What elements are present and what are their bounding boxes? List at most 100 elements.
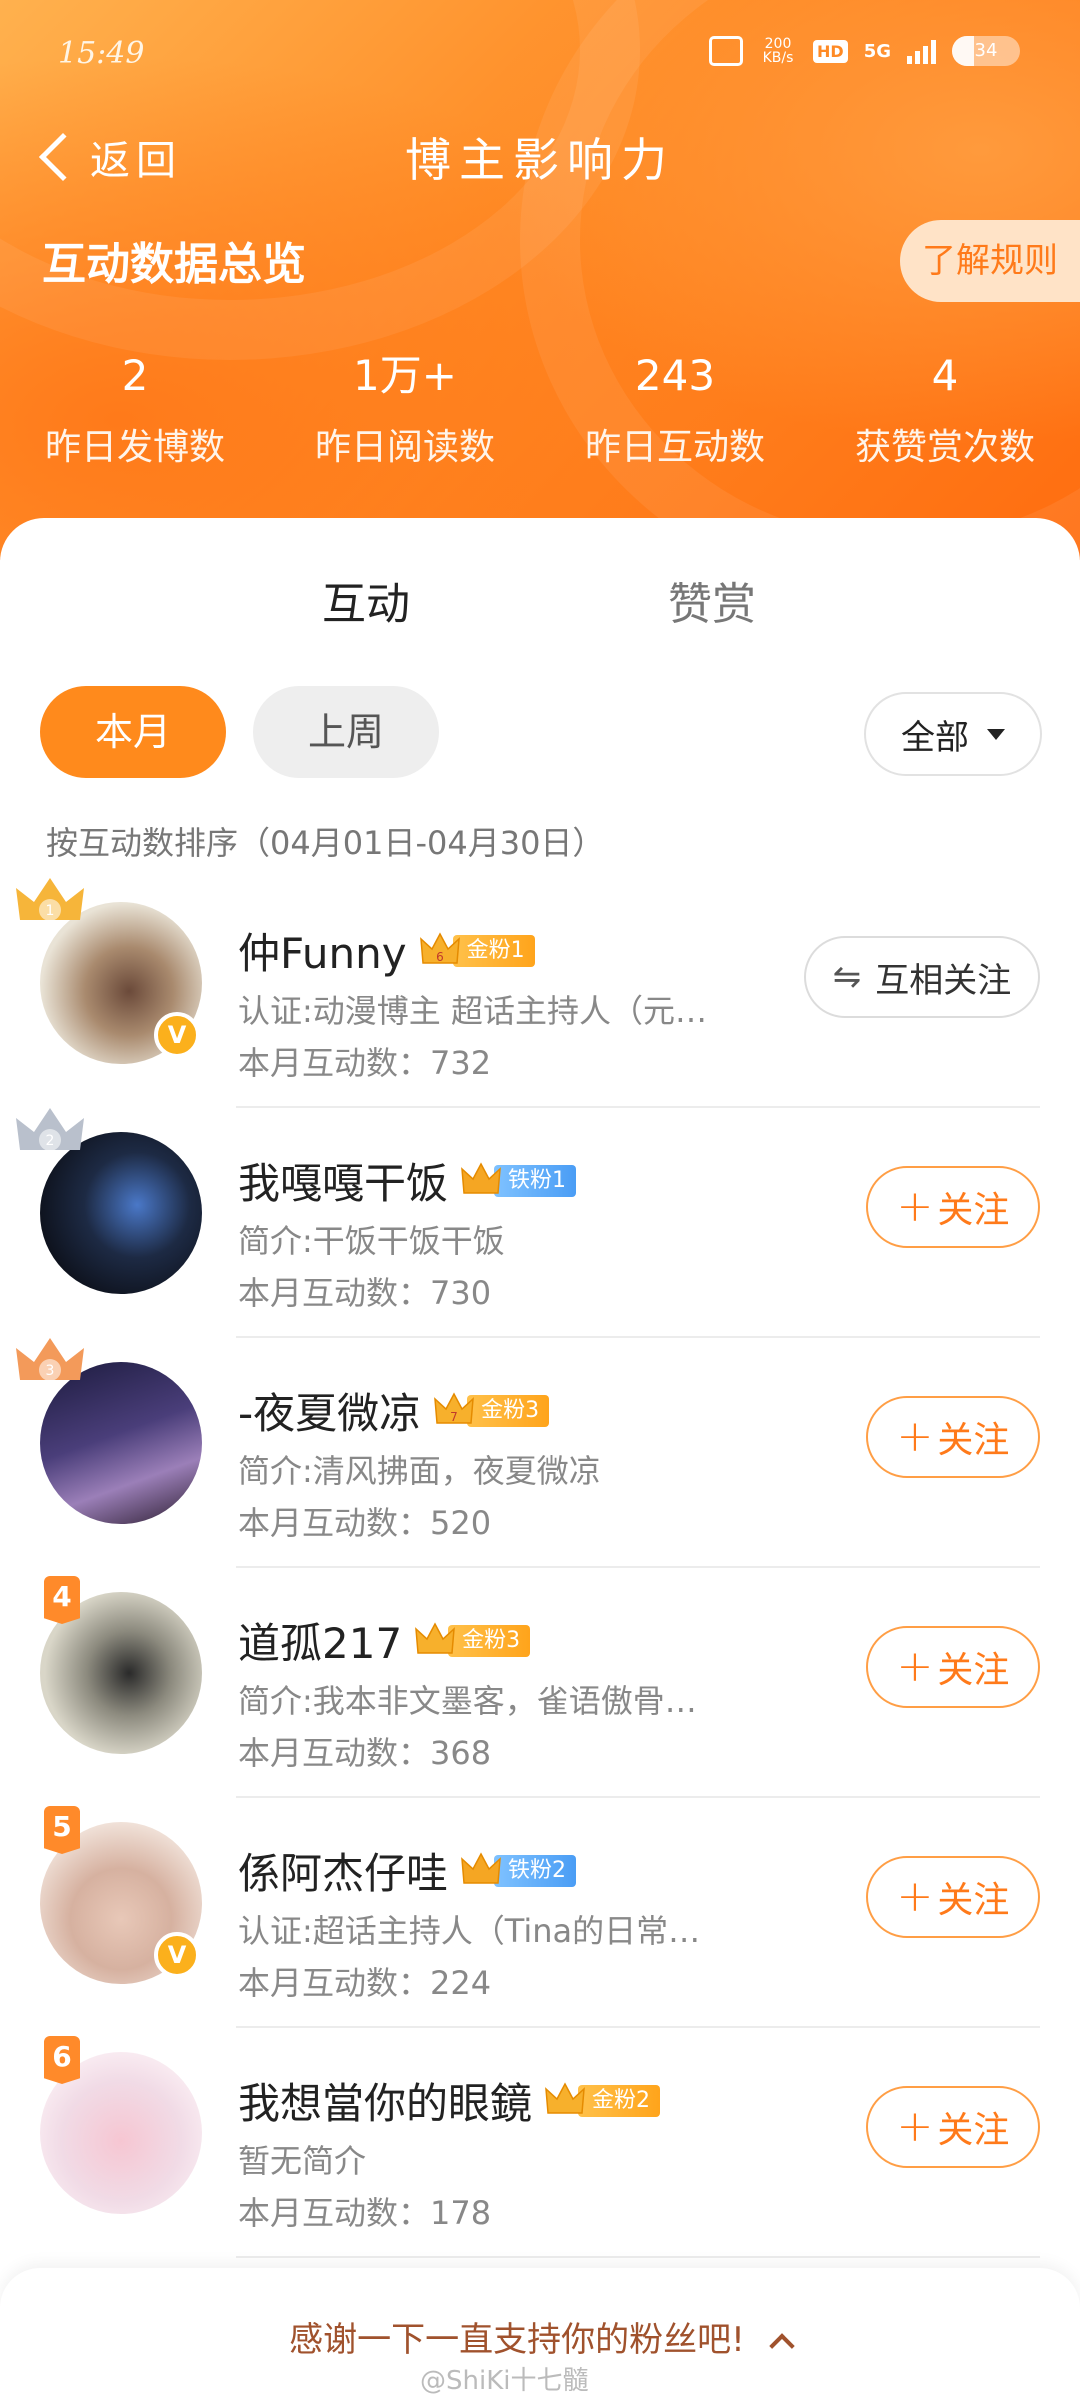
hd-icon: HD: [813, 39, 848, 63]
fan-tag: 铁粉2: [494, 1854, 577, 1887]
plus-icon: +: [896, 2101, 934, 2152]
interaction-count: 本月互动数：178: [238, 2194, 492, 2232]
stat-label: 昨日阅读数: [314, 427, 495, 468]
name-line: 我想當你的眼鏡 金粉2: [238, 2070, 661, 2131]
status-time: 15:49: [58, 36, 145, 71]
username[interactable]: 仲Funny: [238, 920, 407, 981]
username[interactable]: 我想當你的眼鏡: [238, 2070, 532, 2131]
username[interactable]: 我嘎嘎干饭: [238, 1150, 448, 1211]
follow-button[interactable]: + 关注: [866, 1166, 1040, 1248]
caret-down-icon: [987, 728, 1005, 740]
verified-icon: V: [154, 1932, 200, 1978]
stat-interactions: 243 昨日互动数: [540, 350, 810, 470]
stat-value: 1万+: [353, 351, 457, 400]
filter-label: 全部: [901, 717, 969, 758]
page-title: 博主影响力: [405, 133, 675, 187]
stat-value: 243: [634, 351, 716, 400]
stat-label: 昨日互动数: [584, 427, 765, 468]
user-description: 简介:干饭干饭干饭: [238, 1222, 505, 1260]
battery-icon: 34: [952, 36, 1020, 66]
rank-badge: 5: [44, 1806, 80, 1854]
username[interactable]: 係阿杰仔哇: [238, 1840, 448, 1901]
status-bar: 15:49 200 KB/s HD 5G 34: [0, 0, 1080, 110]
mutual-follow-button[interactable]: ⇋ 互相关注: [804, 936, 1040, 1018]
fan-tag: 金粉3: [448, 1624, 531, 1657]
list-item[interactable]: 4 道孤217 金粉3 简介:我本非文墨客，雀语傲骨… 本月互动数：368 + …: [0, 1568, 1080, 1798]
watermark: @ShiKi十七髓: [420, 2366, 589, 2396]
list-item[interactable]: 6 我想當你的眼鏡 金粉2 暂无简介 本月互动数：178 + 关注: [0, 2028, 1080, 2258]
plus-icon: +: [896, 1871, 934, 1922]
fan-crown-icon: [545, 2081, 585, 2114]
rank-badge: 6: [44, 2036, 80, 2084]
follow-label: 关注: [937, 1880, 1010, 1921]
fan-badge: 铁粉2: [460, 1851, 577, 1889]
mutual-follow-label: 互相关注: [875, 960, 1012, 1001]
list-item[interactable]: 5 V 係阿杰仔哇 铁粉2 认证:超话主持人（Tina的日常… 本月互动数：22…: [0, 1798, 1080, 2028]
stat-label: 昨日发博数: [44, 427, 225, 468]
period-this-month-button[interactable]: 本月: [40, 686, 226, 778]
stat-value: 2: [121, 351, 149, 400]
user-description: 暂无简介: [238, 2142, 367, 2180]
fan-badge: 7 金粉3: [433, 1391, 550, 1429]
user-description: 简介:清风拂面，夜夏微凉: [238, 1452, 601, 1490]
follow-button[interactable]: + 关注: [866, 2086, 1040, 2168]
follow-button[interactable]: + 关注: [866, 1396, 1040, 1478]
fan-crown-icon: [415, 1621, 456, 1654]
verified-icon: V: [154, 1012, 200, 1058]
fan-level-number: 7: [450, 1410, 458, 1424]
user-description: 认证:超话主持人（Tina的日常…: [238, 1912, 701, 1950]
stat-rewards: 4 获赞赏次数: [810, 350, 1080, 470]
fan-crown-icon: 7: [434, 1391, 475, 1424]
tab-reward[interactable]: 赞赏: [668, 568, 756, 632]
rank-badge: 4: [44, 1576, 80, 1624]
fan-tag: 金粉1: [452, 934, 535, 967]
username[interactable]: -夜夏微凉: [238, 1380, 421, 1441]
fan-list: 1 V 仲Funny 6 金粉1 认证:动漫博主 超话主持人（元… 本月互动数：…: [0, 878, 1080, 2258]
user-description: 简介:我本非文墨客，雀语傲骨…: [238, 1682, 697, 1720]
plus-icon: +: [896, 1181, 934, 1232]
follow-button[interactable]: + 关注: [866, 1626, 1040, 1708]
fan-crown-icon: [461, 1851, 501, 1884]
user-description: 认证:动漫博主 超话主持人（元…: [238, 992, 707, 1030]
top-nav: 返回 博主影响力: [0, 120, 1080, 200]
name-line: 我嘎嘎干饭 铁粉1: [238, 1150, 577, 1211]
rank-number: 3: [46, 1363, 55, 1379]
plus-icon: +: [896, 1641, 934, 1692]
list-item[interactable]: 1 V 仲Funny 6 金粉1 认证:动漫博主 超话主持人（元… 本月互动数：…: [0, 878, 1080, 1108]
username[interactable]: 道孤217: [238, 1610, 402, 1671]
battery-level: 34: [974, 40, 998, 61]
fan-tag: 金粉2: [578, 2084, 661, 2117]
list-item[interactable]: 2 我嘎嘎干饭 铁粉1 简介:干饭干饭干饭 本月互动数：730 + 关注: [0, 1108, 1080, 1338]
fan-tag: 金粉3: [467, 1394, 550, 1427]
period-last-week-button[interactable]: 上周: [253, 686, 439, 778]
list-item[interactable]: 3 -夜夏微凉 7 金粉3 简介:清风拂面，夜夏微凉 本月互动数：520 + 关…: [0, 1338, 1080, 1568]
stat-posts: 2 昨日发博数: [0, 350, 270, 470]
follow-label: 关注: [937, 1420, 1010, 1461]
rules-button[interactable]: 了解规则: [900, 220, 1080, 302]
interaction-count: 本月互动数：730: [238, 1274, 492, 1312]
stat-reads: 1万+ 昨日阅读数: [270, 350, 540, 470]
crown-rank-icon: 1: [16, 878, 84, 921]
plus-icon: +: [896, 1411, 934, 1462]
status-icons: 200 KB/s HD 5G 34: [709, 36, 1020, 66]
net-speed: 200 KB/s: [762, 36, 794, 66]
divider: [236, 2256, 1040, 2258]
fan-badge: 铁粉1: [460, 1161, 577, 1199]
rank-number: 2: [46, 1133, 55, 1149]
footer-label: 感谢一下一直支持你的粉丝吧!: [289, 2320, 745, 2360]
crown-rank-icon: 2: [16, 1108, 84, 1151]
fan-crown-icon: 6: [419, 931, 460, 964]
tab-bar: 互动 赞赏: [0, 568, 1080, 698]
chevron-up-icon: [769, 2332, 795, 2359]
filter-dropdown[interactable]: 全部: [864, 692, 1042, 776]
interaction-count: 本月互动数：732: [238, 1044, 492, 1082]
rank-number: 1: [46, 903, 55, 919]
follow-label: 关注: [937, 1650, 1010, 1691]
follow-label: 关注: [937, 2110, 1010, 2151]
signal-icon: [907, 38, 936, 64]
follow-button[interactable]: + 关注: [866, 1856, 1040, 1938]
stats-row: 2 昨日发博数 1万+ 昨日阅读数 243 昨日互动数 4 获赞赏次数: [0, 350, 1080, 470]
tab-interaction[interactable]: 互动: [322, 568, 410, 632]
name-line: -夜夏微凉 7 金粉3: [238, 1380, 550, 1441]
follow-label: 关注: [937, 1190, 1010, 1231]
